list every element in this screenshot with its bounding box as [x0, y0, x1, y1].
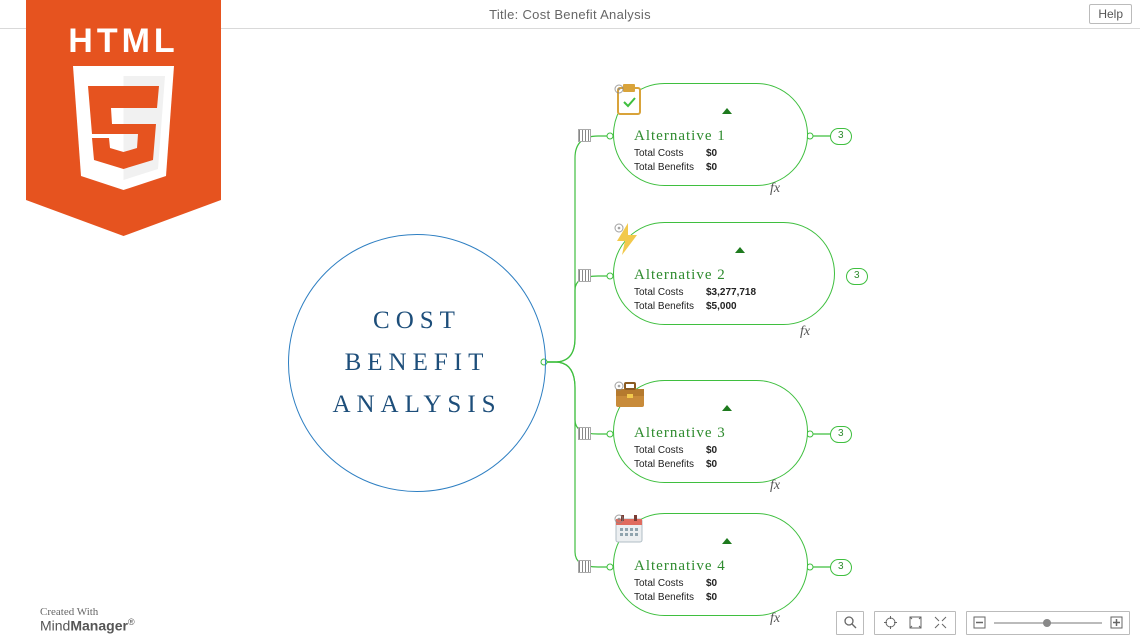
node-row-costs: Total Costs $0: [634, 577, 789, 591]
node-row-costs: Total Costs $3,277,718: [634, 286, 816, 300]
child-count-badge[interactable]: 3: [846, 268, 868, 285]
search-button[interactable]: [836, 611, 864, 635]
node-title: Alternative 4: [634, 558, 789, 575]
node-row-benefits: Total Benefits $0: [634, 161, 789, 175]
node-alternative-3[interactable]: Alternative 3 Total Costs $0 Total Benef…: [613, 380, 808, 483]
zoom-thumb[interactable]: [1043, 619, 1051, 627]
child-count-badge[interactable]: 3: [830, 559, 852, 576]
zoom-out-button[interactable]: [973, 616, 986, 629]
zoom-control: [966, 611, 1130, 635]
node-row-costs: Total Costs $0: [634, 147, 789, 161]
plus-icon: [1110, 616, 1123, 629]
node-alternative-1[interactable]: Alternative 1 Total Costs $0 Total Benef…: [613, 83, 808, 186]
child-count-badge[interactable]: 3: [830, 426, 852, 443]
minus-icon: [973, 616, 986, 629]
expand-icon: [909, 616, 922, 629]
document-title: Title: Cost Benefit Analysis: [489, 7, 651, 22]
expand-caret-icon[interactable]: [735, 247, 745, 253]
gear-icon: [614, 381, 624, 391]
node-row-costs: Total Costs $0: [634, 444, 789, 458]
node-alternative-2[interactable]: Alternative 2 Total Costs $3,277,718 Tot…: [613, 222, 835, 325]
node-port-icon[interactable]: [578, 560, 591, 573]
mindmap-canvas[interactable]: COST BENEFIT ANALYSIS Alternative 1 Tota…: [0, 28, 1140, 605]
node-port-icon[interactable]: [578, 427, 591, 440]
fx-icon[interactable]: fx: [800, 324, 810, 340]
help-button[interactable]: Help: [1089, 4, 1132, 24]
gear-icon: [614, 514, 624, 524]
zoom-slider[interactable]: [994, 622, 1102, 624]
fit-map-button[interactable]: [909, 616, 922, 629]
expand-caret-icon[interactable]: [722, 108, 732, 114]
gear-icon: [614, 223, 624, 233]
fx-icon[interactable]: fx: [770, 478, 780, 494]
node-port-icon[interactable]: [578, 129, 591, 142]
footer-toolbar: [0, 605, 1140, 640]
node-title: Alternative 1: [634, 128, 789, 145]
expand-caret-icon[interactable]: [722, 538, 732, 544]
gear-icon: [614, 84, 624, 94]
central-topic[interactable]: COST BENEFIT ANALYSIS: [288, 234, 546, 492]
node-port-icon[interactable]: [578, 269, 591, 282]
fit-controls: [874, 611, 956, 635]
expand-caret-icon[interactable]: [722, 405, 732, 411]
node-row-benefits: Total Benefits $5,000: [634, 300, 816, 314]
node-title: Alternative 2: [634, 267, 816, 284]
collapse-icon: [934, 616, 947, 629]
zoom-in-button[interactable]: [1110, 616, 1123, 629]
fx-icon[interactable]: fx: [770, 181, 780, 197]
node-row-benefits: Total Benefits $0: [634, 458, 789, 472]
node-row-benefits: Total Benefits $0: [634, 591, 789, 605]
target-icon: [884, 616, 897, 629]
fit-center-button[interactable]: [884, 616, 897, 629]
central-topic-text: COST BENEFIT ANALYSIS: [332, 300, 501, 426]
node-alternative-4[interactable]: Alternative 4 Total Costs $0 Total Benef…: [613, 513, 808, 616]
node-title: Alternative 3: [634, 425, 789, 442]
child-count-badge[interactable]: 3: [830, 128, 852, 145]
search-icon: [844, 616, 857, 629]
fit-collapse-button[interactable]: [934, 616, 947, 629]
connector-lines: [0, 28, 1140, 605]
